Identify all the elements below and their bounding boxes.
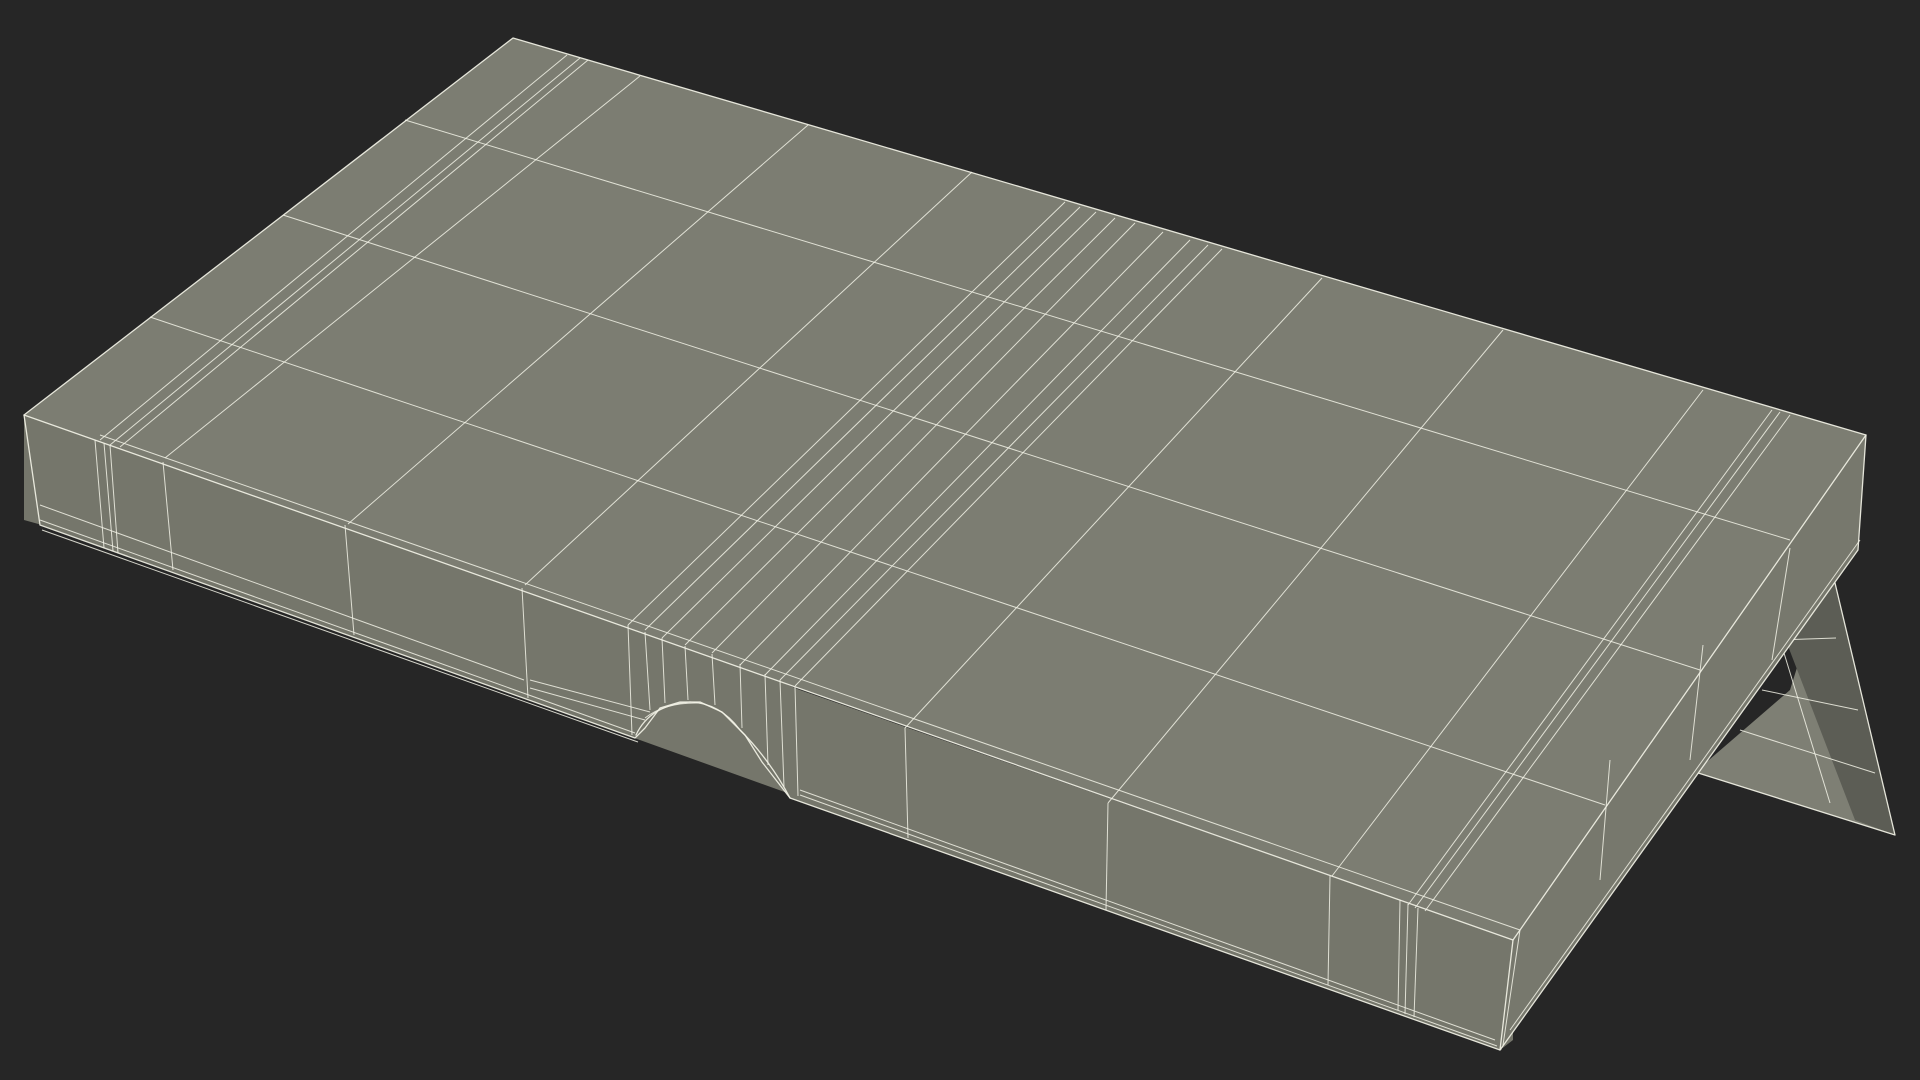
render-viewport (0, 0, 1920, 1080)
wireframe-render (23, 37, 1896, 1051)
